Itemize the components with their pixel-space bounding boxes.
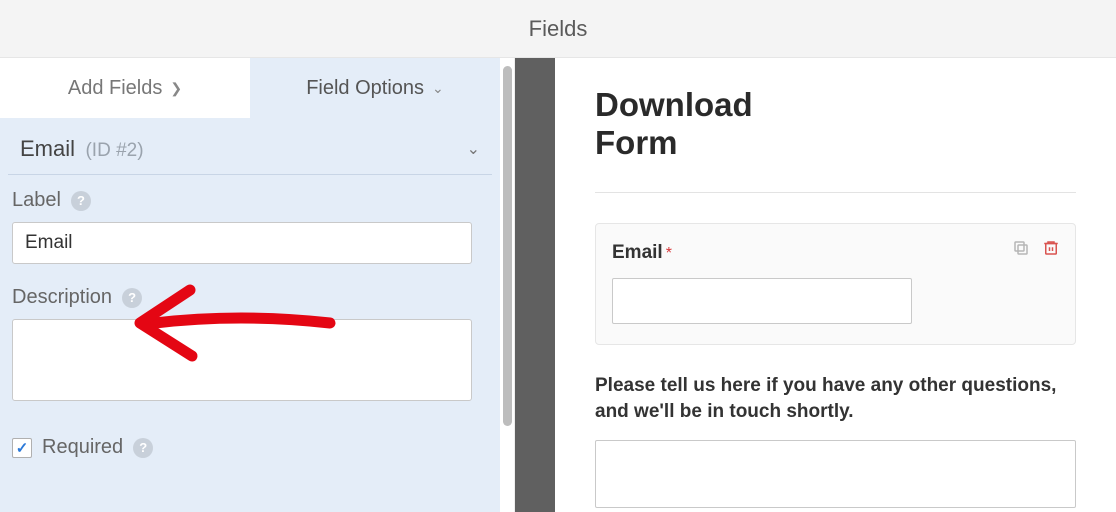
preview-email-input[interactable]: [612, 278, 912, 324]
panel-divider: [515, 58, 555, 512]
preview-comments-input[interactable]: [595, 440, 1076, 508]
form-preview: Download Form Email* Please tell us here…: [555, 58, 1116, 512]
duplicate-icon[interactable]: [1011, 238, 1031, 258]
tab-field-options[interactable]: Field Options ⌄: [250, 58, 500, 118]
trash-icon[interactable]: [1041, 238, 1061, 258]
field-name: Email: [20, 136, 75, 161]
tab-add-fields[interactable]: Add Fields ❯: [0, 58, 250, 118]
divider: [595, 192, 1076, 193]
description-caption: Description: [12, 286, 112, 309]
preview-description-text: Please tell us here if you have any othe…: [595, 373, 1076, 426]
field-header[interactable]: Email (ID #2) ⌄: [8, 118, 492, 175]
required-label: Required: [42, 436, 123, 459]
help-icon[interactable]: ?: [71, 191, 91, 211]
page-title: Fields: [529, 16, 588, 42]
preview-email-label: Email: [612, 242, 663, 263]
chevron-down-icon: ⌄: [432, 80, 444, 97]
chevron-right-icon: ❯: [170, 80, 182, 97]
chevron-down-icon[interactable]: ⌄: [467, 139, 480, 159]
label-caption: Label: [12, 189, 61, 212]
required-checkbox[interactable]: [12, 438, 32, 458]
scrollbar-thumb[interactable]: [503, 66, 512, 426]
help-icon[interactable]: ?: [122, 288, 142, 308]
preview-field-email[interactable]: Email*: [595, 223, 1076, 345]
top-bar: Fields: [0, 0, 1116, 58]
description-input[interactable]: [12, 319, 472, 401]
tab-add-fields-label: Add Fields: [68, 77, 163, 100]
label-input[interactable]: [12, 222, 472, 264]
form-title[interactable]: Download Form: [595, 86, 1076, 162]
field-id: (ID #2): [85, 140, 143, 161]
required-star-icon: *: [666, 245, 672, 262]
tab-field-options-label: Field Options: [306, 77, 424, 100]
scrollbar-track[interactable]: [500, 58, 515, 512]
help-icon[interactable]: ?: [133, 438, 153, 458]
settings-panel: Add Fields ❯ Field Options ⌄ Email (ID #…: [0, 58, 500, 512]
